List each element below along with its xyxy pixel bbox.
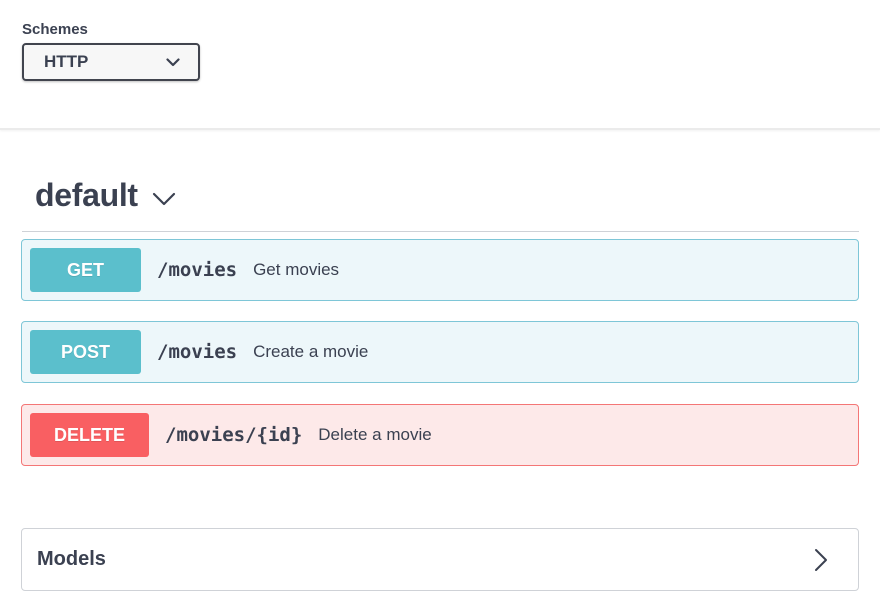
operation-summary: Create a movie [253,342,369,361]
chevron-down-icon [166,57,180,66]
operation-get-movies[interactable]: GET /movies Get movies [21,239,859,301]
schemes-bar: Schemes HTTP [0,0,880,130]
chevron-right-icon [815,548,827,571]
operation-path: /movies/{id} [165,424,303,446]
method-badge: GET [30,248,141,292]
operation-path: /movies [157,259,238,281]
models-label: Models [37,548,106,570]
operation-delete-movie[interactable]: DELETE /movies/{id} Delete a movie [21,404,859,466]
models-section-header[interactable]: Models [21,528,859,591]
operation-summary: Delete a movie [318,425,432,444]
chevron-down-icon [152,192,175,205]
operation-path: /movies [157,341,238,363]
scheme-select[interactable]: HTTP [22,43,200,81]
schemes-label: Schemes [22,21,88,38]
method-badge: POST [30,330,141,374]
operation-post-movies[interactable]: POST /movies Create a movie [21,321,859,383]
operation-summary: Get movies [253,260,340,279]
tag-title: default [35,177,138,213]
method-badge: DELETE [30,413,149,457]
tag-section-header[interactable]: default [22,160,859,232]
scheme-select-value: HTTP [44,52,89,71]
